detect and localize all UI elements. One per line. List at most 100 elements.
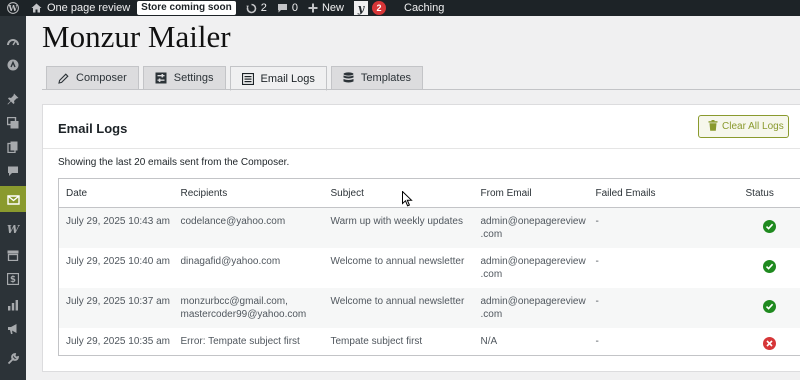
panel-title: Email Logs xyxy=(58,121,128,136)
column-header-subject: Subject xyxy=(323,178,474,208)
success-check-icon xyxy=(762,259,776,273)
cell-recipients: monzurbcc@gmail.com, mastercoder99@yahoo.… xyxy=(173,287,324,328)
table-row: July 29, 2025 10:37 am monzurbcc@gmail.c… xyxy=(58,287,800,328)
svg-text:W: W xyxy=(7,224,20,234)
products-icon[interactable] xyxy=(0,242,26,268)
success-check-icon xyxy=(762,299,776,313)
mailer-menu-icon[interactable] xyxy=(0,186,26,212)
cell-recipients: codelance@yahoo.com xyxy=(173,207,324,248)
pages-icon[interactable] xyxy=(0,134,26,160)
success-check-icon xyxy=(762,220,776,233)
trash-icon xyxy=(708,119,718,134)
coming-soon-badge[interactable]: Store coming soon xyxy=(137,1,236,15)
column-header-failed-emails: Failed Emails xyxy=(588,178,739,208)
comments-link[interactable]: 0 xyxy=(272,0,303,16)
cell-recipients: Error: Tempate subject first xyxy=(174,328,324,356)
comments-count: 0 xyxy=(291,2,298,14)
cell-subject: Welcome to annual newsletter xyxy=(323,287,474,328)
settings-icon xyxy=(155,72,167,84)
recipient-line: mastercoder99@yahoo.com xyxy=(180,308,307,320)
tab-bar: Composer Settings Email Logs Templates xyxy=(46,66,424,91)
updates-count: 2 xyxy=(260,2,267,14)
caching-label: Caching xyxy=(404,2,445,14)
from-email-line: .com xyxy=(480,308,503,320)
tabs-divider xyxy=(42,89,800,90)
recipient-line: dinagafid@yahoo.com xyxy=(180,255,281,267)
clear-all-logs-button[interactable]: Clear All Logs xyxy=(698,115,789,138)
cell-from-email: admin@onepagereview .com xyxy=(474,248,589,288)
cell-status xyxy=(739,328,800,356)
admin-bar: W One page review Store coming soon 2 0 … xyxy=(0,0,800,16)
cell-subject: Welcome to annual newsletter xyxy=(330,255,465,267)
cell-from-email: admin@onepagereview .com xyxy=(473,287,589,328)
woocommerce-icon[interactable]: W xyxy=(0,216,26,242)
mouse-cursor-icon xyxy=(402,190,413,210)
updates-icon xyxy=(246,3,257,14)
cell-failed-emails: - xyxy=(588,207,739,248)
database-icon xyxy=(343,72,354,84)
caching-link[interactable]: Caching xyxy=(391,0,449,16)
column-header-from-email: From Email xyxy=(473,178,589,208)
comments-menu-icon[interactable] xyxy=(0,158,26,184)
updates-link[interactable]: 2 xyxy=(241,0,272,16)
cell-date: July 29, 2025 10:35 am xyxy=(66,335,170,347)
cell-status xyxy=(738,287,800,328)
admin-menu: W $ xyxy=(0,16,26,380)
column-header-date: Date xyxy=(58,178,174,208)
cell-from-email: N/A xyxy=(474,328,589,356)
site-name-label: One page review xyxy=(47,2,131,14)
yoast-seo-link[interactable]: y 2 xyxy=(349,0,391,16)
cell-subject: Tempate subject first xyxy=(330,335,423,347)
tab-templates-label: Templates xyxy=(360,72,412,84)
cell-failed-emails: - xyxy=(595,335,599,347)
panel-description: Showing the last 20 emails sent from the… xyxy=(58,157,290,168)
plus-icon xyxy=(308,3,318,13)
cell-from-email: admin@onepagereview .com xyxy=(473,207,589,248)
svg-text:W: W xyxy=(8,3,19,13)
cell-date: July 29, 2025 10:37 am xyxy=(58,287,174,328)
error-x-icon xyxy=(762,336,776,350)
tab-settings-label: Settings xyxy=(173,72,214,84)
svg-text:$: $ xyxy=(10,275,16,285)
tab-settings[interactable]: Settings xyxy=(142,66,226,90)
tab-email-logs[interactable]: Email Logs xyxy=(229,66,327,91)
tools-icon[interactable] xyxy=(0,346,26,372)
home-icon xyxy=(31,3,42,13)
from-email-line: N/A xyxy=(480,335,498,347)
tab-email-logs-label: Email Logs xyxy=(260,72,315,85)
analytics-icon[interactable] xyxy=(0,292,26,318)
pencil-icon xyxy=(58,72,69,84)
tab-composer[interactable]: Composer xyxy=(46,66,139,90)
cell-failed-emails: - xyxy=(588,287,739,328)
panel-divider xyxy=(43,148,800,149)
from-email-line: .com xyxy=(480,268,503,280)
list-icon xyxy=(241,72,254,85)
table-row: July 29, 2025 10:40 am dinagafid@yahoo.c… xyxy=(59,248,800,288)
tab-templates[interactable]: Templates xyxy=(330,66,424,90)
cell-subject: Warm up with weekly updates xyxy=(323,207,474,248)
yoast-notification-count: 2 xyxy=(372,1,386,15)
pin-icon[interactable] xyxy=(0,86,26,112)
email-logs-panel: Email Logs Clear All Logs Showing the la… xyxy=(42,104,800,372)
site-name-link[interactable]: One page review Store coming soon xyxy=(26,0,241,16)
from-email-line: admin@onepagereview xyxy=(480,255,586,267)
recipient-line: monzurbcc@gmail.com, xyxy=(180,295,288,307)
payments-icon[interactable]: $ xyxy=(0,266,26,292)
column-header-status: Status xyxy=(738,178,800,208)
main-content: Monzur Mailer Composer Settings Email Lo… xyxy=(26,16,800,380)
media-icon[interactable] xyxy=(0,110,26,136)
recipient-line: Error: Tempate subject first xyxy=(180,335,300,347)
recipient-line: codelance@yahoo.com xyxy=(180,216,286,227)
cell-date: July 29, 2025 10:43 am xyxy=(58,207,174,248)
email-logs-table: Date Recipients Subject From Email Faile… xyxy=(58,178,800,356)
column-header-recipients: Recipients xyxy=(173,178,324,208)
page-title: Monzur Mailer xyxy=(42,19,231,54)
cell-status xyxy=(738,207,800,248)
new-content-link[interactable]: New xyxy=(303,0,349,16)
updraft-icon[interactable] xyxy=(0,52,26,78)
marketing-icon[interactable] xyxy=(0,316,26,342)
wordpress-logo-icon[interactable]: W xyxy=(0,0,26,16)
cell-status xyxy=(739,248,800,288)
cell-recipients: dinagafid@yahoo.com xyxy=(174,248,324,288)
table-row: July 29, 2025 10:35 am Error: Tempate su… xyxy=(59,328,800,356)
